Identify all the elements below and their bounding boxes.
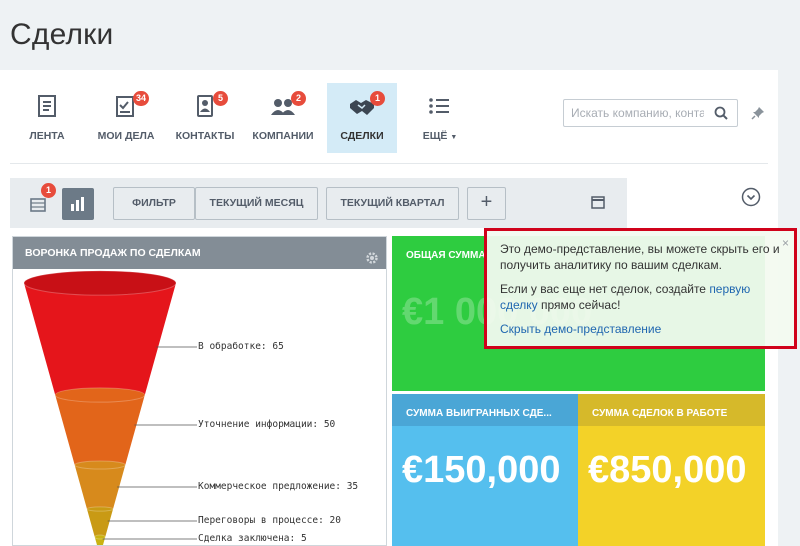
nav-item-feed[interactable]: ЛЕНТА <box>18 83 76 153</box>
nav-label: МОИ ДЕЛА <box>97 130 155 142</box>
funnel-stage-label: Коммерческое предложение: 35 <box>198 481 359 492</box>
funnel-stage-top <box>74 460 126 470</box>
filter-bar: 1 ФИЛЬТР ТЕКУЩИЙ МЕСЯЦ ТЕКУЩИЙ КВАРТАЛ + <box>10 178 627 228</box>
chevron-circle-icon[interactable] <box>741 187 761 212</box>
current-quarter-button[interactable]: ТЕКУЩИЙ КВАРТАЛ <box>326 187 459 220</box>
nav-label: ЛЕНТА <box>29 130 65 142</box>
news-feed-icon <box>34 95 60 117</box>
nav-label: СДЕЛКИ <box>340 130 384 142</box>
funnel-stage[interactable] <box>55 395 145 465</box>
in-progress-amount-title: СУММА СДЕЛОК В РАБОТЕ <box>592 408 728 419</box>
funnel-stage-label: В обработке: 65 <box>198 341 284 352</box>
deals-badge: 1 <box>370 91 385 106</box>
window-icon[interactable] <box>591 196 605 214</box>
search-input[interactable] <box>564 100 704 126</box>
nav-label: КОНТАКТЫ <box>175 130 235 142</box>
tasks-badge: 34 <box>132 91 149 106</box>
demo-text-prefix: Если у вас еще нет сделок, создайте <box>500 282 710 296</box>
nav-item-contacts[interactable]: 5 КОНТАКТЫ <box>172 83 238 153</box>
add-filter-button[interactable]: + <box>467 187 506 220</box>
chart-view-button[interactable] <box>62 188 94 220</box>
contacts-badge: 5 <box>213 91 228 106</box>
funnel-stage-label: Уточнение информации: 50 <box>198 419 336 430</box>
companies-people-icon: 2 <box>270 91 306 117</box>
tasks-checklist-icon: 34 <box>113 91 149 117</box>
funnel-stage-top <box>23 270 177 296</box>
in-progress-amount-value: €850,000 <box>588 449 747 491</box>
chevron-down-icon: ▼ <box>450 134 458 141</box>
nav-label: КОМПАНИИ <box>252 130 314 142</box>
list-view-button[interactable]: 1 <box>22 183 56 220</box>
close-icon[interactable]: × <box>782 235 789 251</box>
sales-funnel-widget: ВОРОНКА ПРОДАЖ ПО СДЕЛКАМ В обработке: 6… <box>12 236 387 546</box>
funnel-title: ВОРОНКА ПРОДАЖ ПО СДЕЛКАМ <box>25 247 201 259</box>
nav-item-my-tasks[interactable]: 34 МОИ ДЕЛА <box>92 83 160 153</box>
search-icon[interactable] <box>714 106 728 125</box>
nav-item-more[interactable]: ЕЩЁ ▼ <box>418 83 462 153</box>
list-icon <box>427 95 453 117</box>
current-month-button[interactable]: ТЕКУЩИЙ МЕСЯЦ <box>195 187 318 220</box>
pin-icon[interactable] <box>751 106 765 125</box>
funnel-stage[interactable] <box>86 509 114 537</box>
demo-text-create: Если у вас еще нет сделок, создайте перв… <box>500 281 780 313</box>
won-amount-title: СУММА ВЫИГРАННЫХ СДЕ... <box>406 408 552 419</box>
search-box <box>563 99 738 127</box>
funnel-header: ВОРОНКА ПРОДАЖ ПО СДЕЛКАМ <box>13 237 386 269</box>
funnel-stage-top <box>94 534 106 540</box>
funnel-stage-label: Переговоры в процессе: 20 <box>198 515 341 526</box>
in-progress-amount-tile: СУММА СДЕЛОК В РАБОТЕ €850,000 <box>578 394 765 546</box>
funnel-stage-top <box>54 387 146 403</box>
funnel-stage-top <box>86 506 114 512</box>
nav-item-deals[interactable]: 1 СДЕЛКИ <box>327 83 397 153</box>
demo-notification: × Это демо-представление, вы можете скры… <box>484 228 797 349</box>
filter-button[interactable]: ФИЛЬТР <box>113 187 195 220</box>
hide-demo-link[interactable]: Скрыть демо-представление <box>500 322 661 336</box>
nav-item-companies[interactable]: 2 КОМПАНИИ <box>249 83 317 153</box>
won-amount-value: €150,000 <box>402 449 561 491</box>
funnel-stage[interactable] <box>24 283 176 395</box>
total-amount-title: ОБЩАЯ СУММА <box>406 250 486 261</box>
nav-label-more: ЕЩЁ ▼ <box>418 130 462 142</box>
nav-label: ЕЩЁ <box>422 130 448 142</box>
demo-text-suffix: прямо сейчас! <box>537 298 621 312</box>
companies-badge: 2 <box>291 91 306 106</box>
funnel-stage-label: Сделка заключена: 5 <box>198 533 307 544</box>
page-title: Сделки <box>10 18 114 51</box>
bar-chart-icon <box>71 197 84 211</box>
contacts-card-icon: 5 <box>192 91 228 117</box>
funnel-chart <box>23 270 197 545</box>
handshake-icon: 1 <box>349 91 385 117</box>
demo-text: Это демо-представление, вы можете скрыть… <box>500 242 780 272</box>
won-amount-tile: СУММА ВЫИГРАННЫХ СДЕ... €150,000 <box>392 394 578 546</box>
list-view-badge: 1 <box>41 183 56 198</box>
toolbar-separator <box>10 163 768 164</box>
